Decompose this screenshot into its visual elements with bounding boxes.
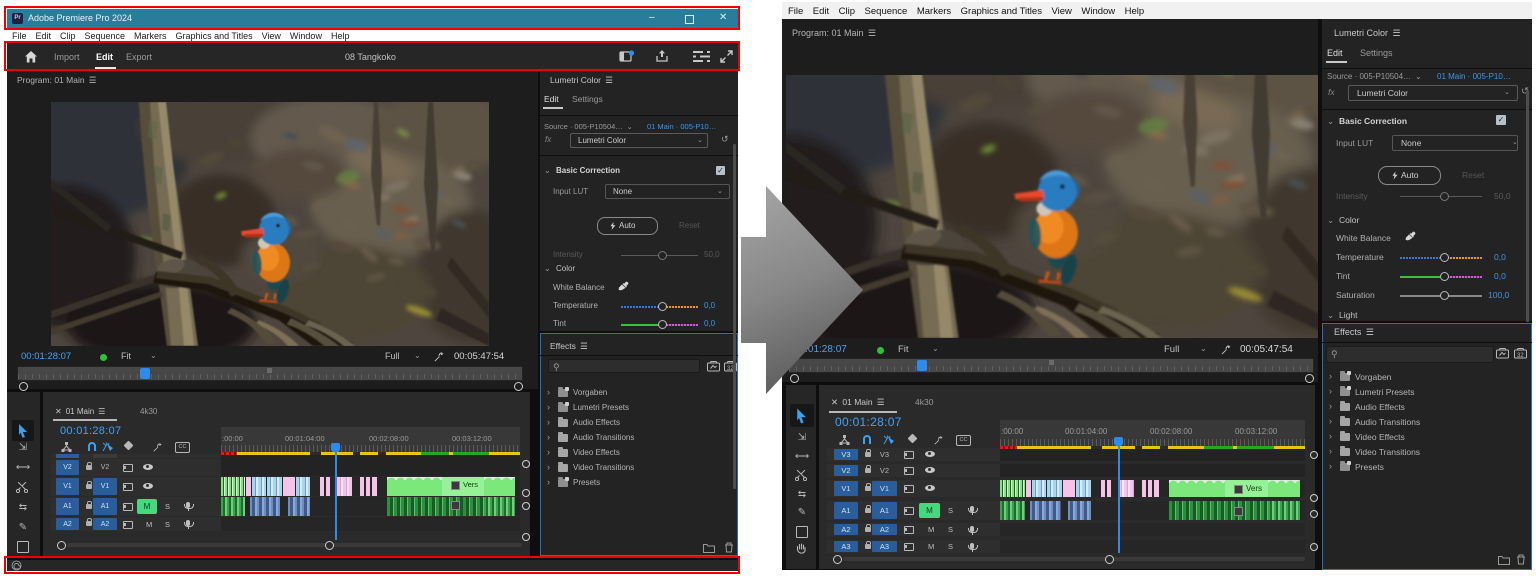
svg-text:32: 32 [1517, 353, 1524, 359]
